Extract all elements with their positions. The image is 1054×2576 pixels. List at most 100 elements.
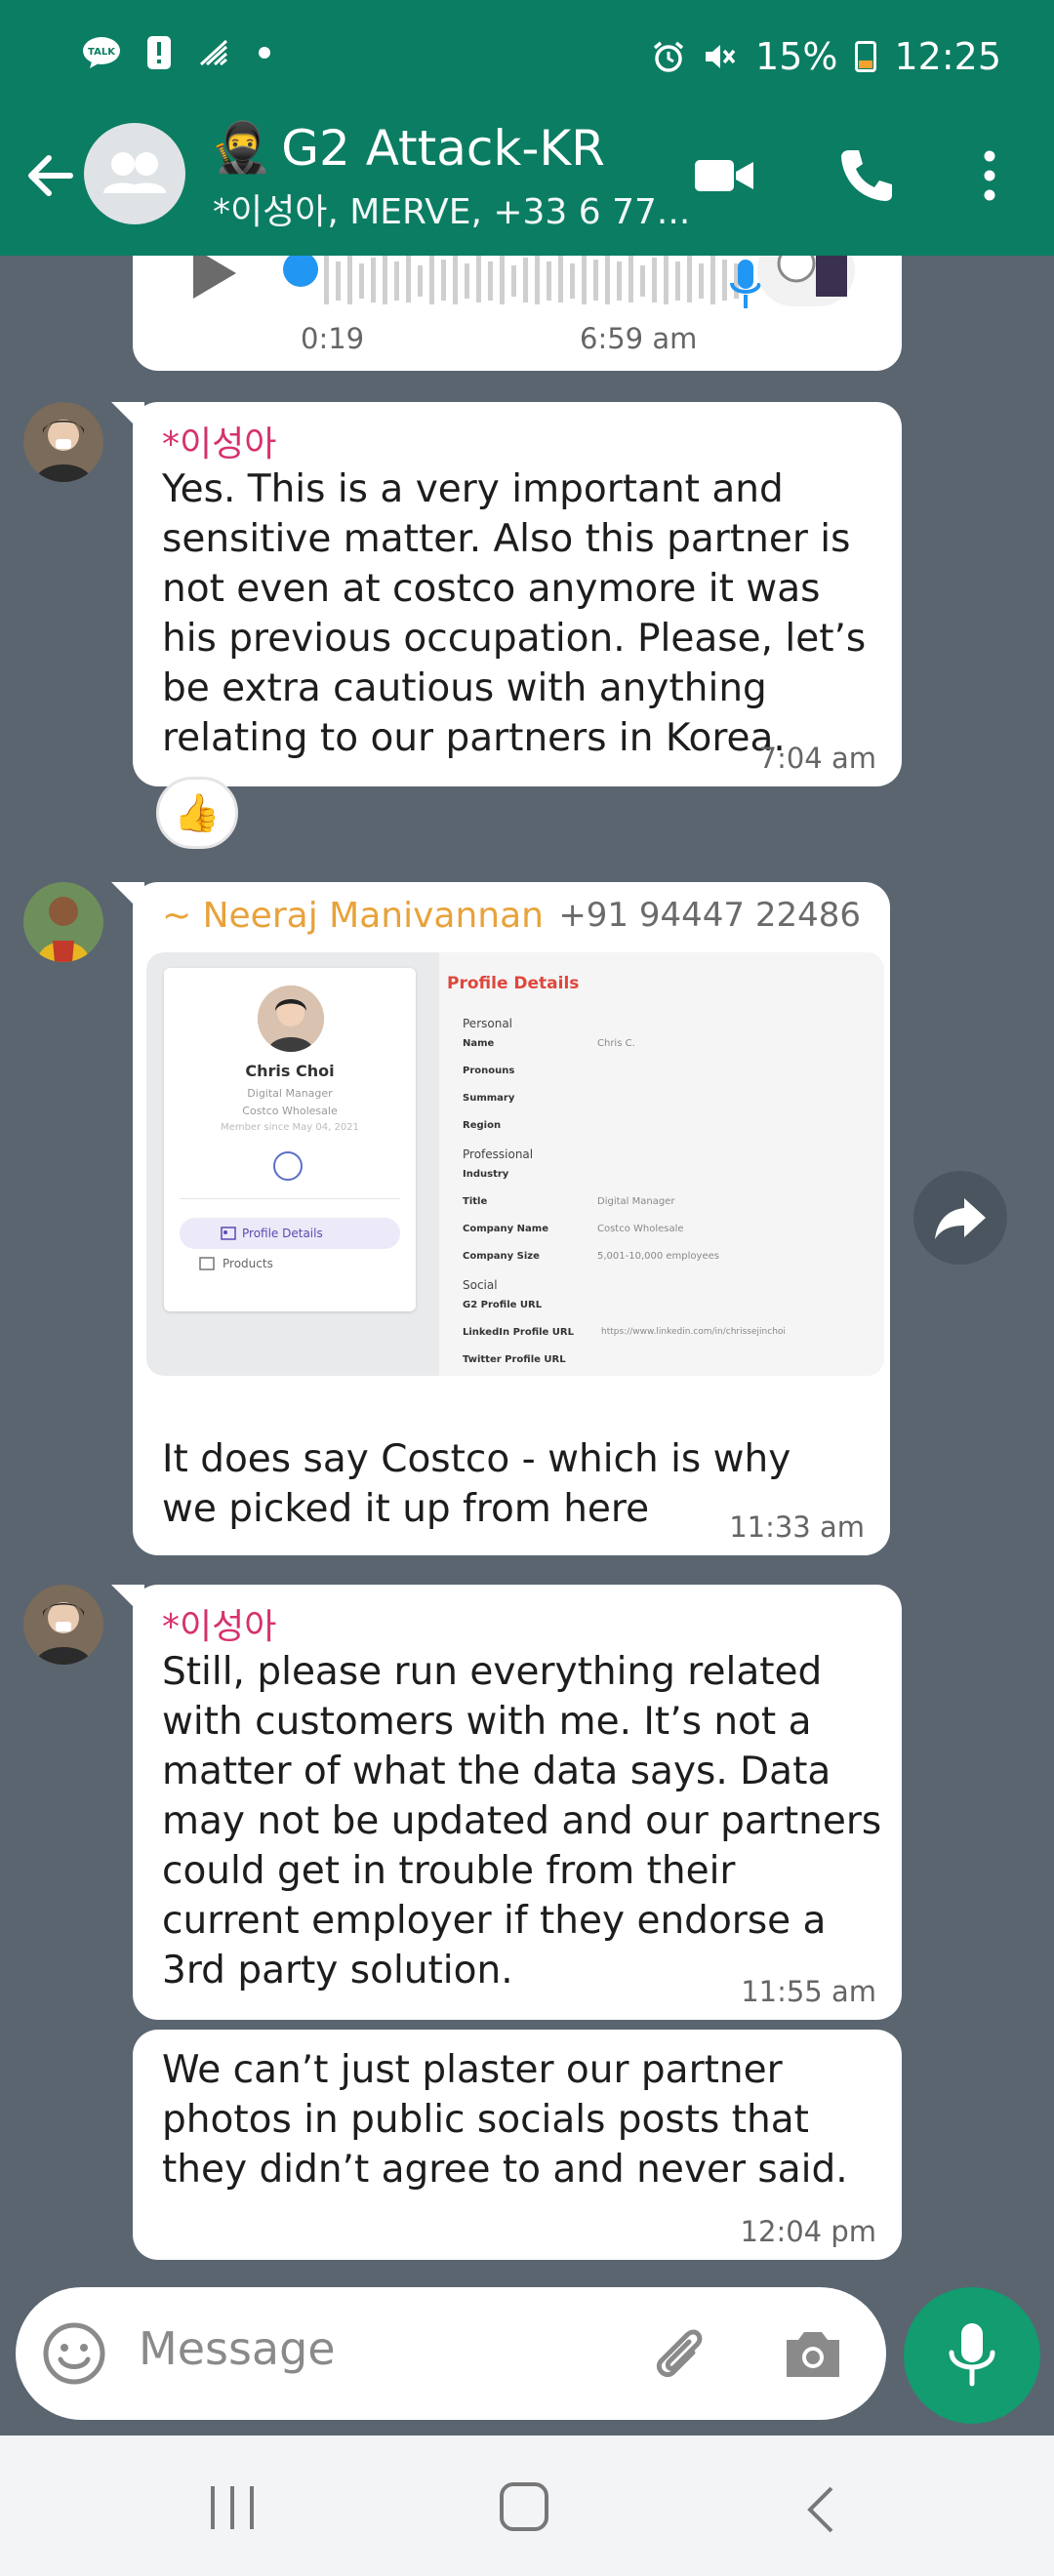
voice-duration: 0:19 xyxy=(301,322,365,355)
message-input[interactable]: Message xyxy=(139,2322,336,2375)
field-key: Title xyxy=(463,1196,488,1207)
message-bubble[interactable]: We can’t just plaster our partner photos… xyxy=(133,2030,902,2260)
sender-avatar[interactable] xyxy=(23,1585,103,1665)
avatar-photo xyxy=(23,402,103,482)
group-avatar[interactable] xyxy=(84,123,185,224)
home-icon[interactable] xyxy=(496,2480,554,2535)
mute-icon xyxy=(706,45,736,68)
thumbs-up-emoji: 👍 xyxy=(174,790,221,834)
forward-icon xyxy=(935,1198,986,1239)
message-time: 12:04 pm xyxy=(740,2215,876,2248)
section-professional: Professional xyxy=(463,1147,534,1161)
profile-photo xyxy=(258,986,324,1052)
profile-divider xyxy=(180,1198,400,1199)
profile-photo-art xyxy=(258,986,324,1052)
profile-tab-products: Products xyxy=(199,1257,273,1270)
ninja-emoji: 🥷 xyxy=(211,119,272,176)
field-key: Company Name xyxy=(463,1224,548,1234)
message-bubble[interactable]: ~ Neeraj Manivannan +91 94447 22486 Chri… xyxy=(111,882,890,1555)
recent-apps-icon[interactable] xyxy=(201,2482,264,2533)
field-value: https://www.linkedin.com/in/chrissejinch… xyxy=(601,1327,786,1337)
sender-name[interactable]: ~ Neeraj Manivannan xyxy=(162,896,544,936)
profile-company: Costco Wholesale xyxy=(242,1105,338,1117)
video-call-icon[interactable] xyxy=(693,144,755,207)
message-bubble[interactable]: *이성아 Yes. This is a very important and s… xyxy=(111,402,902,786)
profile-tab-products-label: Products xyxy=(223,1257,273,1270)
field-key: Industry xyxy=(463,1169,509,1180)
wifi-calling-icon xyxy=(199,39,228,66)
field-value: Chris C. xyxy=(597,1038,635,1049)
linkedin-icon xyxy=(273,1151,303,1181)
field-value: Digital Manager xyxy=(597,1196,675,1207)
voice-time: 6:59 am xyxy=(580,322,698,355)
system-nav-bar xyxy=(0,2435,1054,2576)
avatar-photo xyxy=(23,1585,103,1665)
field-key: Name xyxy=(463,1038,495,1049)
profile-role: Digital Manager xyxy=(247,1087,333,1100)
profile-name: Chris Choi xyxy=(245,1062,335,1080)
talk-icon: TALK xyxy=(83,37,120,68)
sender-name[interactable]: *이성아 xyxy=(162,416,276,466)
profile-member-since: Member since May 04, 2021 xyxy=(221,1122,359,1133)
sender-avatar[interactable] xyxy=(23,882,103,962)
mic-icon xyxy=(949,2323,995,2387)
group-icon xyxy=(103,152,166,193)
nav-back-icon[interactable] xyxy=(798,2482,845,2537)
field-key: Summary xyxy=(463,1093,515,1104)
profile-details-heading: Profile Details xyxy=(447,974,580,993)
profile-details-panel: Profile Details Personal Name Chris C. P… xyxy=(439,952,884,1376)
status-bar: TALK 15% 12:25 xyxy=(0,0,1054,117)
message-time: 11:33 am xyxy=(729,1510,865,1544)
forward-button[interactable] xyxy=(913,1171,1007,1265)
camera-icon[interactable] xyxy=(781,2322,845,2385)
message-text: Yes. This is a very important and sensit… xyxy=(162,467,867,760)
attach-icon[interactable] xyxy=(648,2322,710,2385)
battery-percent: 15% xyxy=(755,35,838,78)
emoji-icon[interactable] xyxy=(41,2320,107,2387)
reaction-badge[interactable]: 👍 xyxy=(156,777,238,849)
chat-title-text: G2 Attack-KR xyxy=(281,119,605,177)
sender-name[interactable]: *이성아 xyxy=(162,1598,276,1649)
svg-text:TALK: TALK xyxy=(88,47,116,58)
clock: 12:25 xyxy=(894,35,1001,78)
message-composer: Message xyxy=(16,2287,886,2420)
alert-icon xyxy=(147,36,171,69)
field-key: Twitter Profile URL xyxy=(463,1354,566,1365)
message-time: 7:04 am xyxy=(758,742,876,775)
field-value: 5,001-10,000 employees xyxy=(597,1251,719,1262)
profile-screenshot[interactable]: Chris Choi Digital Manager Costco Wholes… xyxy=(146,952,884,1376)
message-text: We can’t just plaster our partner photos… xyxy=(162,2048,848,2192)
field-key: LinkedIn Profile URL xyxy=(463,1327,574,1338)
sender-avatar[interactable] xyxy=(23,402,103,482)
top-bar: TALK 15% 12:25 🥷 G2 Attack-KR *이성아, MERV… xyxy=(0,0,1054,256)
dot-icon xyxy=(259,47,270,59)
box-icon xyxy=(199,1257,215,1270)
back-arrow-icon[interactable] xyxy=(21,146,80,205)
voice-call-icon[interactable] xyxy=(835,144,898,207)
battery-icon xyxy=(855,41,877,72)
more-options-icon[interactable] xyxy=(958,144,1021,207)
chat-participants[interactable]: *이성아, MERVE, +33 6 77... xyxy=(213,183,690,234)
field-key: Pronouns xyxy=(463,1066,515,1076)
id-card-icon xyxy=(221,1227,236,1240)
voice-record-button[interactable] xyxy=(904,2287,1040,2424)
status-left-icons: TALK xyxy=(82,35,271,70)
field-key: Region xyxy=(463,1120,502,1131)
message-time: 11:55 am xyxy=(741,1975,876,2008)
field-key: Company Size xyxy=(463,1251,540,1262)
app-bar: 🥷 G2 Attack-KR *이성아, MERVE, +33 6 77... xyxy=(0,117,1054,256)
section-personal: Personal xyxy=(463,1017,513,1030)
sender-phone: +91 94447 22486 xyxy=(558,896,861,935)
profile-summary-card: Chris Choi Digital Manager Costco Wholes… xyxy=(164,968,416,1311)
profile-tab-details-label: Profile Details xyxy=(242,1227,323,1240)
section-social: Social xyxy=(463,1278,498,1292)
alarm-icon xyxy=(653,41,684,72)
chat-title[interactable]: 🥷 G2 Attack-KR xyxy=(211,119,605,177)
field-value: Costco Wholesale xyxy=(597,1224,684,1234)
status-right: 15% 12:25 xyxy=(652,35,1001,78)
message-text: Still, please run everything related wit… xyxy=(162,1650,882,1992)
profile-tab-details: Profile Details xyxy=(180,1218,400,1249)
message-bubble[interactable]: *이성아 Still, please run everything relate… xyxy=(111,1585,902,2020)
avatar-photo xyxy=(23,882,103,962)
field-key: G2 Profile URL xyxy=(463,1300,543,1310)
